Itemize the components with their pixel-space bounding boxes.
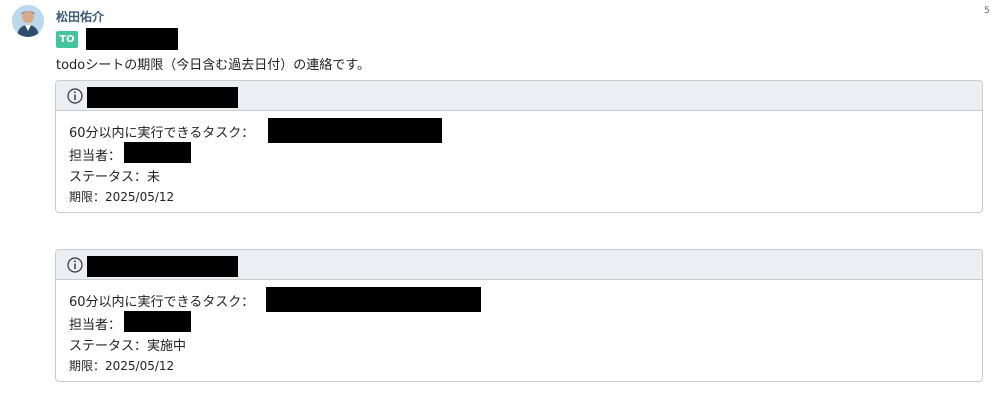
assignee-label: 担当者： (69, 149, 122, 164)
info-card: 60分以内に実行できるタスク： 担当者： ステータス：未 期限：2025/05/… (55, 80, 983, 213)
task-label: 60分以内に実行できるタスク： (69, 295, 255, 310)
assignee-label: 担当者： (69, 318, 122, 333)
redacted-task (268, 118, 442, 143)
info-card-header (56, 250, 982, 280)
redacted-task (266, 287, 481, 312)
task-label: 60分以内に実行できるタスク： (69, 126, 255, 141)
timestamp-fragment: 5 (984, 6, 990, 16)
status-text: ステータス：実施中 (69, 339, 187, 354)
to-badge: TO (56, 31, 78, 48)
info-card: 60分以内に実行できるタスク： 担当者： ステータス：実施中 期限：2025/0… (55, 249, 983, 382)
redacted-card-title (87, 87, 238, 108)
redacted-card-title (87, 256, 238, 277)
redacted-assignee (124, 142, 191, 163)
message-body-text: todoシートの期限（今日含む過去日付）の連絡です。 (56, 58, 370, 73)
redacted-recipient (86, 28, 178, 50)
deadline-text: 期限：2025/05/12 (69, 359, 175, 373)
avatar-image (12, 5, 44, 37)
avatar[interactable] (12, 5, 44, 37)
info-card-header (56, 81, 982, 111)
deadline-text: 期限：2025/05/12 (69, 190, 175, 204)
info-icon (67, 88, 83, 104)
status-text: ステータス：未 (69, 170, 161, 185)
redacted-assignee (124, 311, 191, 332)
sender-name[interactable]: 松田佑介 (56, 8, 104, 25)
info-icon (67, 257, 83, 273)
